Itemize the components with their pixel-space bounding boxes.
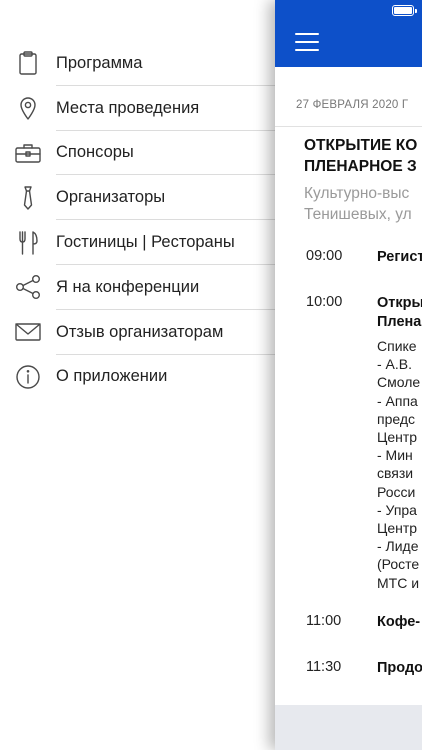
app-header bbox=[275, 0, 422, 67]
description-line: - Упра bbox=[377, 501, 417, 518]
date-header: 27 ФЕВРАЛЯ 2020 Г bbox=[275, 87, 422, 127]
date-label: 27 ФЕВРАЛЯ 2020 Г bbox=[296, 99, 409, 111]
hamburger-menu-icon[interactable] bbox=[295, 33, 319, 51]
menu-item-about[interactable]: О приложении bbox=[0, 355, 290, 400]
description-line: Спике bbox=[377, 338, 417, 354]
menu-item-feedback[interactable]: Отзыв организаторам bbox=[0, 310, 290, 355]
menu-item-program[interactable]: Программа bbox=[0, 41, 290, 86]
description-line: связи bbox=[377, 465, 414, 482]
clipboard-icon bbox=[14, 49, 42, 77]
schedule-title: Регист bbox=[377, 249, 422, 265]
briefcase-icon bbox=[14, 139, 42, 167]
description-line: МТС и bbox=[377, 574, 420, 591]
fork-knife-icon bbox=[14, 229, 42, 257]
menu-item-sponsors[interactable]: Спонсоры bbox=[0, 131, 290, 176]
main-panel[interactable]: 27 ФЕВРАЛЯ 2020 Г ОТКРЫТИЕ КО ПЛЕНАРНОЕ … bbox=[275, 0, 422, 750]
menu-item-organizers[interactable]: Организаторы bbox=[0, 175, 290, 221]
description-line: (Росте bbox=[377, 556, 420, 573]
schedule-title: Продо bbox=[377, 660, 422, 676]
description-line: предс bbox=[377, 410, 416, 427]
menu-item-label: Спонсоры bbox=[56, 143, 134, 162]
share-icon bbox=[14, 273, 42, 301]
menu-item-hotels-restaurants[interactable]: Гостиницы | Рестораны bbox=[0, 220, 290, 265]
venue-line: Тенишевых, ул bbox=[304, 206, 412, 223]
schedule-time: 09:00 bbox=[306, 248, 343, 264]
schedule-time: 10:00 bbox=[306, 294, 343, 310]
schedule-title: Кофе- bbox=[377, 614, 421, 630]
menu-item-label: Отзыв организаторам bbox=[56, 322, 224, 341]
event-title-line: ОТКРЫТИЕ КО bbox=[304, 137, 418, 154]
menu-item-at-conference[interactable]: Я на конференции bbox=[0, 265, 290, 310]
tie-icon bbox=[14, 184, 42, 212]
menu-item-label: Я на конференции bbox=[56, 277, 200, 296]
description-line: Смоле bbox=[377, 374, 421, 391]
description-line: - Мин bbox=[377, 447, 413, 464]
menu-item-label: Организаторы bbox=[56, 188, 166, 207]
description-line: Центр bbox=[377, 520, 418, 537]
schedule-time: 11:00 bbox=[306, 613, 342, 629]
schedule-time: 11:30 bbox=[306, 659, 342, 675]
event-title: ОТКРЫТИЕ КО ПЛЕНАРНОЕ З bbox=[304, 135, 417, 177]
menu-item-label: О приложении bbox=[56, 367, 168, 386]
menu-item-venues[interactable]: Места проведения bbox=[0, 86, 290, 131]
bottom-bar bbox=[275, 705, 422, 750]
schedule-description: Спике - А.В. Смоле - Аппа предс Центр - … bbox=[377, 337, 420, 592]
description-line: - Аппа bbox=[377, 392, 418, 409]
menu-item-label: Гостиницы | Рестораны bbox=[56, 233, 235, 252]
description-line: Центр bbox=[377, 429, 418, 446]
menu-item-label: Места проведения bbox=[56, 98, 200, 117]
mail-icon bbox=[14, 318, 42, 346]
venue-line: Культурно-выс bbox=[304, 185, 410, 202]
event-title-line: ПЛЕНАРНОЕ З bbox=[304, 158, 417, 175]
side-menu: Программа Места проведения Спонсоры Орга… bbox=[0, 0, 290, 750]
schedule-title: Откры Плена bbox=[377, 294, 422, 332]
description-line: Росси bbox=[377, 483, 416, 500]
map-pin-icon bbox=[14, 94, 42, 122]
description-line: - А.В. bbox=[377, 356, 413, 373]
menu-item-label: Программа bbox=[56, 53, 143, 72]
info-icon bbox=[14, 363, 42, 391]
menu-list: Программа Места проведения Спонсоры Орга… bbox=[0, 41, 290, 399]
description-line: - Лиде bbox=[377, 538, 419, 555]
schedule-title-line: Плена bbox=[377, 314, 422, 330]
battery-icon bbox=[392, 5, 417, 16]
event-venue: Культурно-выс Тенишевых, ул bbox=[304, 183, 412, 225]
schedule-title-line: Откры bbox=[377, 295, 422, 311]
